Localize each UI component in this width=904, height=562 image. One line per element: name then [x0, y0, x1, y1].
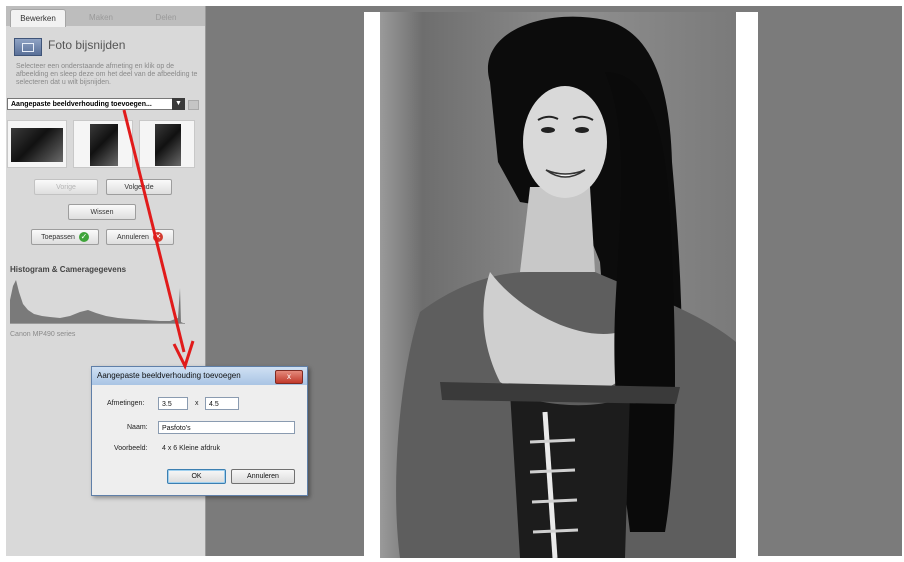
crop-preview-thumbnails [7, 120, 195, 168]
aspect-ratio-select[interactable]: Aangepaste beeldverhouding toevoegen... [7, 98, 185, 110]
apply-label: Toepassen [41, 234, 75, 241]
ok-button[interactable]: OK [167, 469, 226, 484]
height-field[interactable]: 4.5 [205, 397, 239, 410]
photo-canvas[interactable] [380, 12, 736, 558]
cancel-label: Annuleren [117, 234, 149, 241]
width-field[interactable]: 3.5 [158, 397, 188, 410]
example-label: Voorbeeld: [114, 445, 148, 452]
tab-share[interactable]: Delen [138, 9, 194, 26]
histogram-title: Histogram & Cameragegevens [10, 265, 127, 274]
cancel-x-icon: ✕ [152, 232, 163, 243]
crop-title: Foto bijsnijden [48, 38, 126, 52]
checkmark-icon: ✓ [78, 232, 89, 243]
thumbnail-portrait[interactable] [73, 120, 133, 168]
name-field[interactable]: Pasfoto's [158, 421, 295, 434]
dialog-cancel-button[interactable]: Annuleren [231, 469, 295, 484]
cancel-button[interactable]: Annuleren ✕ [106, 229, 174, 245]
custom-aspect-ratio-dialog: Aangepaste beeldverhouding toevoegen x A… [91, 366, 308, 496]
rotate-toggle[interactable] [188, 100, 199, 110]
camera-model: Canon MP490 series [10, 331, 76, 338]
thumbnail-portrait-narrow[interactable] [139, 120, 195, 168]
crop-header: Foto bijsnijden [14, 36, 204, 58]
apply-button[interactable]: Toepassen ✓ [31, 229, 99, 245]
times-sign: x [195, 400, 199, 407]
clear-button[interactable]: Wissen [68, 204, 136, 220]
thumbnail-landscape[interactable] [7, 120, 67, 168]
crop-icon [14, 38, 42, 56]
close-icon[interactable]: x [275, 370, 303, 384]
tab-bar: Bewerken Maken Delen [6, 6, 205, 27]
portrait-photo [396, 16, 736, 558]
example-value: 4 x 6 Kleine afdruk [162, 445, 220, 452]
tab-edit[interactable]: Bewerken [10, 9, 66, 27]
histogram-graph [10, 280, 185, 324]
crop-description: Selecteer een onderstaande afmeting en k… [16, 63, 198, 86]
tab-create[interactable]: Maken [74, 9, 128, 26]
chevron-down-icon[interactable]: ▼ [172, 98, 185, 110]
dimensions-label: Afmetingen: [107, 400, 145, 407]
name-label: Naam: [127, 424, 148, 431]
next-button[interactable]: Volgende [106, 179, 172, 195]
previous-button[interactable]: Vorige [34, 179, 98, 195]
